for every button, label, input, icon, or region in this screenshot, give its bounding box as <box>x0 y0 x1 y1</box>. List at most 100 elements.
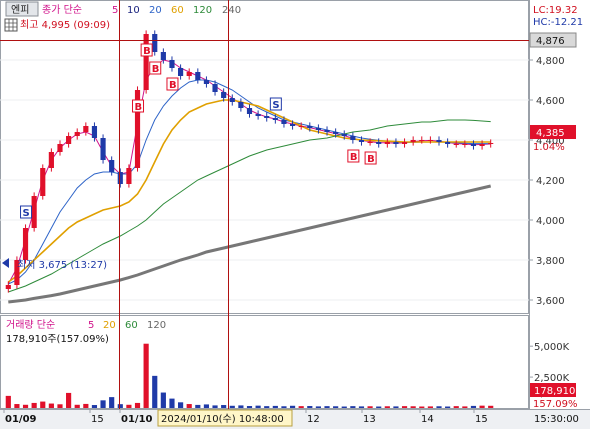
volume-bar <box>272 405 278 408</box>
candle-body <box>445 142 451 144</box>
volume-bar <box>324 406 330 408</box>
volume-bar <box>315 406 321 408</box>
candle-body <box>221 92 227 98</box>
volume-bar <box>169 398 175 408</box>
candle-body <box>229 98 235 102</box>
candle-body <box>246 108 253 114</box>
volume-bar <box>212 405 218 408</box>
tab-label: 엔피 <box>11 4 29 16</box>
candle-body <box>160 52 166 60</box>
last-change-value: 1.04% <box>533 142 565 153</box>
hc-label: HC:-12.21 <box>533 17 583 28</box>
candle-body <box>212 84 218 92</box>
candle-body <box>100 138 106 160</box>
candle-body <box>307 126 313 128</box>
candle-body <box>376 142 382 144</box>
volume-bar <box>453 406 459 408</box>
volume-bar <box>479 405 485 408</box>
volume-bar <box>221 405 227 408</box>
volume-bar <box>57 404 63 408</box>
volume-bar <box>22 404 29 408</box>
price-tick-label: 4,800 <box>536 56 565 67</box>
candle-body <box>31 196 37 228</box>
volume-bar <box>341 406 347 408</box>
candle-body <box>272 118 278 120</box>
volume-bar <box>91 405 98 408</box>
candle-body <box>410 140 416 142</box>
lc-label: LC:19.32 <box>533 5 578 16</box>
signal-label: S <box>272 100 279 111</box>
volume-bar <box>376 406 382 408</box>
candle-body <box>203 80 210 84</box>
signal-label: B <box>152 64 160 75</box>
signal-label: S <box>23 208 30 219</box>
volume-bar <box>5 395 11 408</box>
candle-body <box>126 168 132 184</box>
price-tick-label: 4,200 <box>536 176 565 187</box>
price-tick-label: 4,000 <box>536 216 565 227</box>
candle-body <box>109 160 115 172</box>
last-volume-value: 178,910 <box>534 386 575 397</box>
price-tick-label: 3,600 <box>536 296 565 307</box>
ma-legend-item: 20 <box>149 5 162 16</box>
candle-body <box>298 126 304 127</box>
volume-bar <box>384 406 390 408</box>
candle-body <box>427 140 433 141</box>
volume-bar <box>246 406 253 408</box>
ma-legend-item: 240 <box>222 5 241 16</box>
volume-bar <box>393 406 399 408</box>
volume-tick-label: 5,000K <box>534 342 570 353</box>
ma-legend: 5 10 20 60 120 240 <box>112 5 241 16</box>
volume-bar <box>143 343 149 408</box>
volume-bar <box>367 406 373 408</box>
volume-bar <box>152 375 158 408</box>
volume-ma-legend-item: 60 <box>125 320 138 331</box>
candle-body <box>57 144 63 152</box>
candle-body <box>143 34 149 90</box>
candle-body <box>255 114 261 116</box>
volume-bar <box>410 406 416 408</box>
grid-toggle-icon[interactable] <box>4 18 18 32</box>
volume-panel-frame <box>0 315 529 409</box>
candle-body <box>22 228 29 260</box>
x-axis-right-time: 15:30:00 <box>534 414 579 425</box>
signal-label: B <box>135 102 143 113</box>
volume-bar <box>126 404 132 408</box>
volume-bar <box>40 401 46 408</box>
price-tick-label: 3,800 <box>536 256 565 267</box>
volume-bar <box>160 392 166 408</box>
volume-bar <box>74 404 80 408</box>
candle-body <box>5 285 11 289</box>
candle-body <box>186 72 192 76</box>
x-tick-label: 13 <box>363 414 376 425</box>
candle-body <box>91 126 98 138</box>
candle-body <box>358 140 365 142</box>
candle-body <box>238 102 244 108</box>
volume-bar <box>401 406 408 408</box>
candle-body <box>324 130 330 132</box>
candle-body <box>384 142 390 144</box>
volume-ma-legend-item: 120 <box>147 320 166 331</box>
stock-chart[interactable]: SBBBBSB B 엔피 종가 단순 5 10 20 60 120 240 최고 4,995… <box>0 0 590 429</box>
x-tick-label: 15 <box>475 414 488 425</box>
candle-body <box>419 140 425 141</box>
x-axis-bar <box>0 409 590 429</box>
volume-bar <box>289 405 296 408</box>
volume-bar <box>238 405 244 408</box>
signal-label: B <box>169 80 177 91</box>
volume-bar <box>419 406 425 408</box>
candle-body <box>436 140 442 142</box>
candle-body <box>40 168 46 196</box>
candle-body <box>281 120 287 124</box>
volume-bar <box>117 404 123 408</box>
candle-body <box>488 143 494 144</box>
volume-bar <box>462 406 468 408</box>
candle-body <box>48 152 54 168</box>
candle-body <box>315 128 321 130</box>
volume-bar <box>488 405 494 408</box>
x-tick-label: 15 <box>91 414 104 425</box>
ma-legend-item: 120 <box>193 5 212 16</box>
volume-bar <box>264 406 270 408</box>
volume-tick-label: 2,500K <box>534 373 570 384</box>
candle-body <box>169 60 175 68</box>
